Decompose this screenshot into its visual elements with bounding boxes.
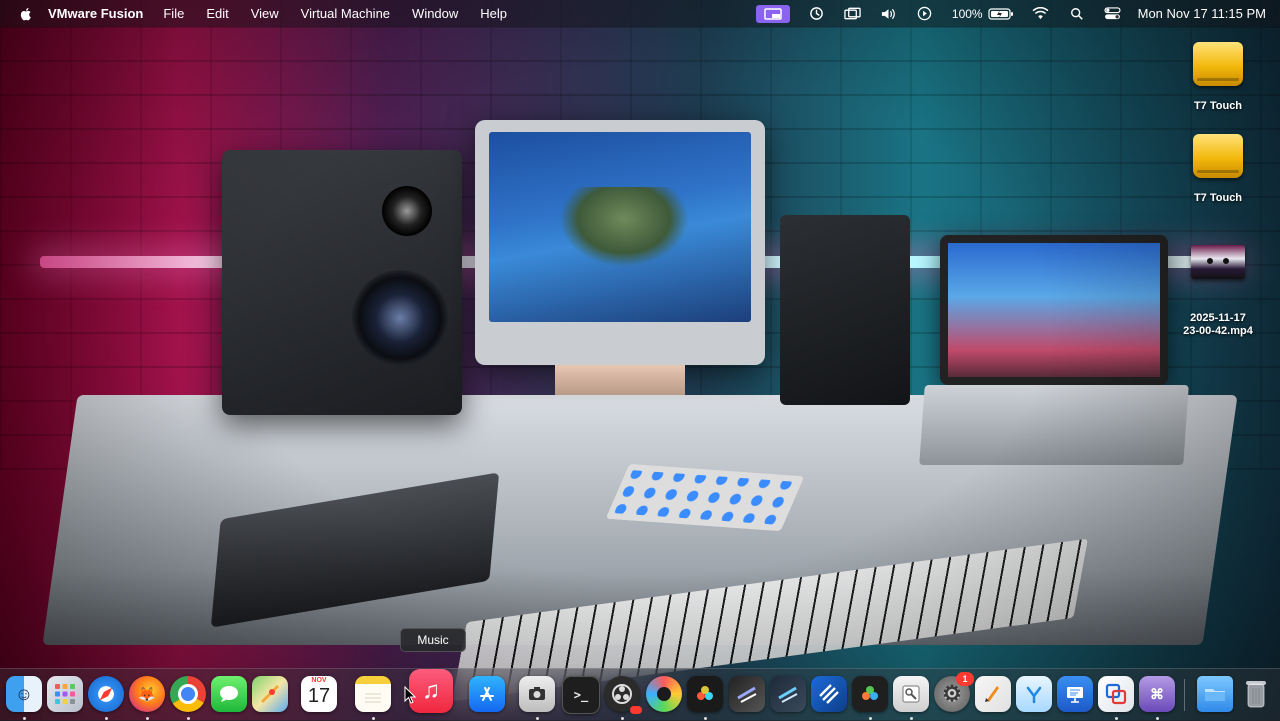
terminal-icon: >_ xyxy=(573,688,589,702)
dock-separator xyxy=(1184,679,1185,711)
messages-icon xyxy=(220,686,238,702)
time-machine-icon[interactable] xyxy=(808,6,826,22)
music-icon: ♫ xyxy=(422,677,440,704)
desktop-item-t7-touch-2[interactable]: T7 Touch xyxy=(1168,130,1268,204)
dock-app-fusion[interactable] xyxy=(811,676,847,712)
dock-tooltip: Music xyxy=(400,628,466,652)
dock-app-safari[interactable] xyxy=(88,676,124,720)
dock-app-final-cut[interactable] xyxy=(729,676,765,712)
dock-app-messages[interactable] xyxy=(211,676,247,712)
maps-icon xyxy=(260,684,280,704)
external-drive-icon xyxy=(1188,134,1248,190)
dock-trash[interactable] xyxy=(1238,676,1274,712)
video-file-icon xyxy=(1188,245,1248,297)
dock-app-system-settings[interactable]: ⚙ 1 xyxy=(934,672,974,712)
keynote-icon xyxy=(1067,687,1083,703)
menu-virtual-machine[interactable]: Virtual Machine xyxy=(301,6,390,21)
calendar-month: NOV xyxy=(311,677,327,684)
desktop-item-label: T7 Touch xyxy=(1193,100,1243,112)
desktop-wallpaper xyxy=(0,0,1280,720)
logic-icon xyxy=(778,686,798,703)
dock-app-maps[interactable] xyxy=(252,676,288,712)
battery-percent: 100% xyxy=(951,6,983,21)
apple-menu-icon[interactable] xyxy=(18,6,34,22)
active-app-name[interactable]: VMware Fusion xyxy=(48,6,143,21)
notes-icon xyxy=(365,693,381,703)
control-center-icon[interactable] xyxy=(1104,6,1122,22)
dock-app-pages[interactable] xyxy=(975,676,1011,712)
trash-icon xyxy=(1246,681,1266,708)
folder-icon xyxy=(1205,689,1225,701)
desktop-item-label: T7 Touch xyxy=(1193,192,1243,204)
dock-app-sublime[interactable] xyxy=(646,676,682,712)
xcode-icon xyxy=(1026,686,1042,704)
davinci-icon xyxy=(697,686,713,700)
menu-bar: VMware Fusion File Edit View Virtual Mac… xyxy=(0,0,1280,27)
calendar-day: 17 xyxy=(307,685,331,707)
davinci-alt-icon xyxy=(862,686,878,700)
desktop-item-label: 2025-11-17 23-00-42.mp4 xyxy=(1183,312,1253,337)
menubar-clock[interactable]: Mon Nov 17 11:15 PM xyxy=(1138,6,1266,21)
dock-app-obs[interactable] xyxy=(604,676,642,720)
pages-icon xyxy=(985,686,999,702)
sublime-icon xyxy=(657,687,671,701)
mouse-cursor-icon xyxy=(404,686,416,704)
dock-app-vmware[interactable] xyxy=(1098,676,1134,720)
settings-badge: 1 xyxy=(956,672,974,686)
dock-app-preview[interactable] xyxy=(893,676,929,720)
wallpaper-vignette xyxy=(0,0,1280,720)
fusion-icon xyxy=(819,684,839,704)
calendar-icon: NOV 17 xyxy=(301,676,337,712)
dock-app-davinci-resolve[interactable] xyxy=(687,676,723,720)
vmware-fusion-icon[interactable] xyxy=(755,4,790,23)
dock-app-terminal[interactable]: >_ xyxy=(562,676,600,714)
dock-app-screenshot[interactable] xyxy=(519,676,555,720)
dock-app-keyboard[interactable]: ⌘ xyxy=(1139,676,1175,720)
menu-view[interactable]: View xyxy=(251,6,279,21)
dock-app-notes[interactable] xyxy=(355,676,391,720)
spotlight-icon[interactable] xyxy=(1068,6,1086,22)
battery-icon[interactable] xyxy=(988,6,1014,22)
chrome-icon xyxy=(178,684,198,704)
dock-app-firefox[interactable]: 🦊 xyxy=(129,676,165,720)
menu-file[interactable]: File xyxy=(163,6,184,21)
keyboard-icon: ⌘ xyxy=(1150,685,1164,702)
menu-window[interactable]: Window xyxy=(412,6,458,21)
dock-app-launchpad[interactable] xyxy=(47,676,83,712)
finder-icon: ☺ xyxy=(14,683,34,704)
now-playing-icon[interactable] xyxy=(916,6,934,22)
menu-help[interactable]: Help xyxy=(480,6,507,21)
dock-app-chrome[interactable] xyxy=(170,676,206,720)
dock-app-keynote[interactable] xyxy=(1057,676,1093,712)
preview-icon xyxy=(902,685,920,703)
safari-icon xyxy=(99,687,113,701)
dock-app-xcode[interactable] xyxy=(1016,676,1052,712)
dock-app-davinci-alt[interactable] xyxy=(852,676,888,720)
dock-app-finder[interactable]: ☺ xyxy=(6,676,42,720)
volume-icon[interactable] xyxy=(880,6,898,22)
dock-app-logic[interactable] xyxy=(770,676,806,712)
firefox-icon: 🦊 xyxy=(138,685,156,702)
desktop-item-t7-touch-1[interactable]: T7 Touch xyxy=(1168,38,1268,112)
final-cut-icon xyxy=(737,686,757,703)
external-drive-icon xyxy=(1188,42,1248,98)
wifi-icon[interactable] xyxy=(1032,6,1050,22)
launchpad-icon xyxy=(55,684,75,704)
menu-edit[interactable]: Edit xyxy=(206,6,228,21)
dock-folder-downloads[interactable] xyxy=(1197,676,1233,712)
vmware-icon xyxy=(1105,683,1127,705)
screenshot-icon xyxy=(529,687,545,700)
app-store-icon xyxy=(480,687,494,701)
dock-app-calendar[interactable]: NOV 17 xyxy=(301,676,337,712)
desktop-item-video-file[interactable]: 2025-11-17 23-00-42.mp4 xyxy=(1168,222,1268,351)
screen-mirroring-icon[interactable] xyxy=(844,6,862,22)
dock: ☺ 🦊 NOV 17 ♫ >_ ⚙ 1 ⌘ xyxy=(0,668,1280,721)
obs-icon xyxy=(612,684,632,704)
dock-app-app-store[interactable] xyxy=(469,676,505,712)
